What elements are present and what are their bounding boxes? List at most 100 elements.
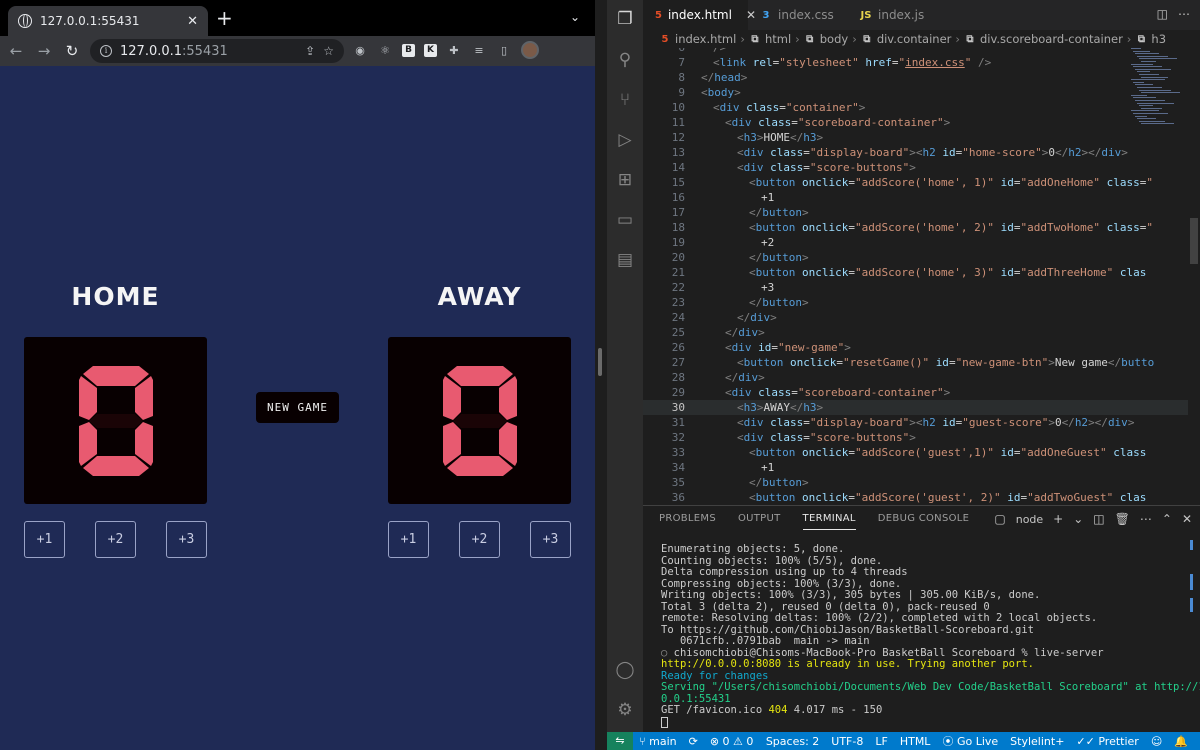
remote-icon[interactable]: ⇋ xyxy=(607,732,633,750)
run-debug-icon[interactable]: ▷ xyxy=(615,130,635,150)
split-editor-icon[interactable]: ◫ xyxy=(1157,7,1168,21)
new-tab-button[interactable]: + xyxy=(216,8,233,28)
breadcrumb-item[interactable]: html xyxy=(765,32,791,46)
code-line[interactable]: 28 </div> xyxy=(643,370,1191,385)
account-icon[interactable]: ◯ xyxy=(615,660,635,680)
source-control-icon[interactable]: ⑂ xyxy=(615,90,635,110)
tab-terminal[interactable]: TERMINAL xyxy=(802,513,856,530)
code-line[interactable]: 14 <div class="score-buttons"> xyxy=(643,160,1191,175)
tab-index-js[interactable]: JS index.js xyxy=(848,0,943,30)
close-icon[interactable]: ✕ xyxy=(187,14,198,29)
code-line[interactable]: 6 /> xyxy=(643,48,1191,55)
indentation-status[interactable]: Spaces: 2 xyxy=(760,735,825,748)
code-line[interactable]: 27 <button onclick="resetGame()" id="new-… xyxy=(643,355,1191,370)
explorer-icon[interactable]: ❐ xyxy=(615,9,635,29)
puzzle-icon[interactable]: ✚ xyxy=(446,42,462,58)
bell-icon[interactable]: 🔔 xyxy=(1168,735,1194,748)
home-add-three-button[interactable]: +3 xyxy=(166,521,207,558)
sync-icon[interactable]: ⟳ xyxy=(683,735,704,748)
extension-icon[interactable]: ◉ xyxy=(352,42,368,58)
code-line[interactable]: 12 <h3>HOME</h3> xyxy=(643,130,1191,145)
info-icon[interactable]: i xyxy=(100,45,112,57)
home-add-two-button[interactable]: +2 xyxy=(95,521,136,558)
code-editor[interactable]: 6 /> 7 <link rel="stylesheet" href="index.c… xyxy=(643,48,1200,504)
more-actions-icon[interactable]: ⋯ xyxy=(1140,512,1152,526)
code-line[interactable]: 21 <button onclick="addScore('home', 3)" … xyxy=(643,265,1191,280)
code-line[interactable]: 16 +1 xyxy=(643,190,1191,205)
go-live-button[interactable]: ⦿ Go Live xyxy=(936,733,1004,749)
code-line[interactable]: 9 <body> xyxy=(643,85,1191,100)
feedback-icon[interactable]: ☺ xyxy=(1145,735,1168,748)
branch-status[interactable]: ⑂ main xyxy=(633,735,683,748)
code-line[interactable]: 8 </head> xyxy=(643,70,1191,85)
problems-status[interactable]: ⊗ 0 ⚠ 0 xyxy=(704,735,760,748)
minimap[interactable] xyxy=(1127,48,1181,128)
address-bar[interactable]: i 127.0.0.1:55431 ⇪ ☆ xyxy=(90,39,344,63)
terminal-name[interactable]: node xyxy=(1016,513,1043,526)
extensions-icon[interactable]: ⊞ xyxy=(615,170,635,190)
code-line[interactable]: 26 <div id="new-game"> xyxy=(643,340,1191,355)
editor-scrollbar[interactable] xyxy=(1188,48,1200,504)
code-line[interactable]: 23 </button> xyxy=(643,295,1191,310)
reading-list-icon[interactable]: ≡ xyxy=(471,42,487,58)
trash-icon[interactable]: 🗑 xyxy=(1115,512,1130,526)
chevron-down-icon[interactable]: ⌄ xyxy=(570,10,580,24)
reload-icon[interactable]: ↻ xyxy=(60,42,84,60)
gear-icon[interactable]: ⚙ xyxy=(615,700,635,720)
encoding-status[interactable]: UTF-8 xyxy=(825,735,869,748)
code-line[interactable]: 7 <link rel="stylesheet" href="index.css"… xyxy=(643,55,1191,70)
remote-explorer-icon[interactable]: ▭ xyxy=(615,210,635,230)
away-add-two-button[interactable]: +2 xyxy=(459,521,500,558)
extension-k-icon[interactable]: K xyxy=(424,43,437,57)
code-line[interactable]: 13 <div class="display-board"><h2 id="hom… xyxy=(643,145,1191,160)
react-devtools-icon[interactable]: ⚛ xyxy=(377,42,393,58)
prettier-status[interactable]: ✓✓ Prettier xyxy=(1070,735,1144,748)
tab-problems[interactable]: PROBLEMS xyxy=(659,513,716,530)
eol-status[interactable]: LF xyxy=(869,735,893,748)
maximize-panel-icon[interactable]: ⌃ xyxy=(1162,512,1172,526)
code-line[interactable]: 29 <div class="scoreboard-container"> xyxy=(643,385,1191,400)
breadcrumb-item[interactable]: div.container xyxy=(877,32,952,46)
split-terminal-icon[interactable]: ◫ xyxy=(1093,512,1104,526)
more-actions-icon[interactable]: ⋯ xyxy=(1178,7,1190,21)
code-line[interactable]: 33 <button onclick="addScore('guest',1)" … xyxy=(643,445,1191,460)
code-line[interactable]: 30 <h3>AWAY</h3> xyxy=(643,400,1191,415)
code-line[interactable]: 24 </div> xyxy=(643,310,1191,325)
code-line[interactable]: 19 +2 xyxy=(643,235,1191,250)
breadcrumb-item[interactable]: div.scoreboard-container xyxy=(980,32,1123,46)
code-line[interactable]: 10 <div class="container"> xyxy=(643,100,1191,115)
search-icon[interactable]: ⚲ xyxy=(615,50,635,70)
tab-output[interactable]: OUTPUT xyxy=(738,513,781,530)
new-game-button[interactable]: NEW GAME xyxy=(256,392,339,423)
close-icon[interactable]: ✕ xyxy=(1182,512,1192,526)
tab-index-css[interactable]: 3 index.css xyxy=(748,0,848,30)
browser-tab[interactable]: 127.0.0.1:55431 ✕ xyxy=(8,6,208,36)
language-mode[interactable]: HTML xyxy=(894,735,937,748)
window-splitter[interactable] xyxy=(595,0,607,750)
breadcrumb-item[interactable]: index.html xyxy=(675,32,736,46)
side-panel-icon[interactable]: ▯ xyxy=(496,42,512,58)
away-add-three-button[interactable]: +3 xyxy=(530,521,571,558)
code-line[interactable]: 35 </button> xyxy=(643,475,1191,490)
bookmark-star-icon[interactable]: ☆ xyxy=(323,44,334,58)
breadcrumb-item[interactable]: body xyxy=(820,32,848,46)
code-line[interactable]: 20 </button> xyxy=(643,250,1191,265)
code-line[interactable]: 18 <button onclick="addScore('home', 2)" … xyxy=(643,220,1191,235)
home-add-one-button[interactable]: +1 xyxy=(24,521,65,558)
away-add-one-button[interactable]: +1 xyxy=(388,521,429,558)
tab-debug-console[interactable]: DEBUG CONSOLE xyxy=(878,513,969,530)
code-line[interactable]: 34 +1 xyxy=(643,460,1191,475)
code-line[interactable]: 36 <button onclick="addScore('guest', 2)"… xyxy=(643,490,1191,504)
new-terminal-icon[interactable]: + xyxy=(1053,512,1063,526)
terminal-output[interactable]: Enumerating objects: 5, done. Counting ob… xyxy=(661,543,1200,728)
code-line[interactable]: 22 +3 xyxy=(643,280,1191,295)
chevron-down-icon[interactable]: ⌄ xyxy=(1073,512,1083,526)
stylelint-status[interactable]: Stylelint+ xyxy=(1004,735,1070,748)
code-line[interactable]: 31 <div class="display-board"><h2 id="gue… xyxy=(643,415,1191,430)
docker-icon[interactable]: ▤ xyxy=(615,250,635,270)
tab-index-html[interactable]: 5 index.html ✕ xyxy=(643,0,756,30)
avatar[interactable] xyxy=(521,41,539,59)
extension-b-icon[interactable]: B xyxy=(402,43,415,57)
code-line[interactable]: 25 </div> xyxy=(643,325,1191,340)
share-icon[interactable]: ⇪ xyxy=(305,44,315,58)
